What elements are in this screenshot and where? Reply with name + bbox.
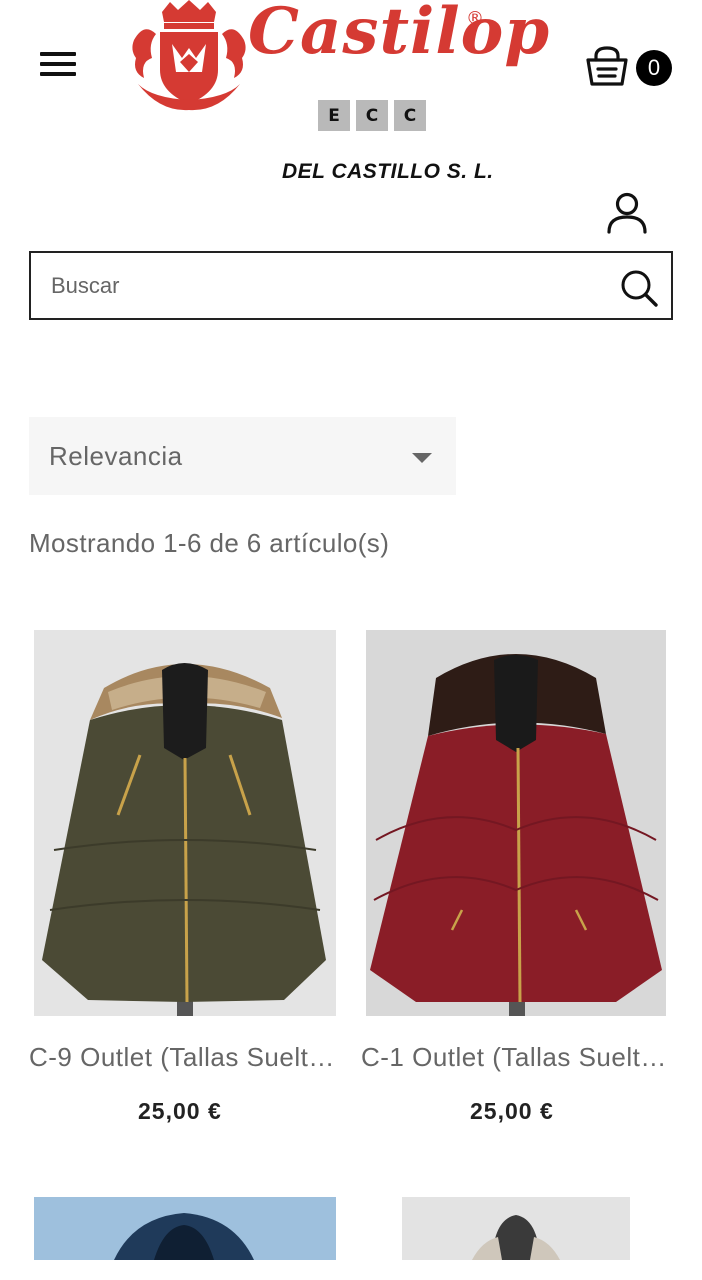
brand-tagline: DEL CASTILLO S. L.	[282, 160, 494, 183]
search-input[interactable]	[31, 253, 591, 318]
jacket-image-burgundy	[366, 630, 666, 1016]
product-image[interactable]	[366, 630, 666, 1016]
jacket-image-navy	[34, 1197, 336, 1260]
badge-letter: C	[394, 100, 426, 131]
brand-logo[interactable]: Castilop ® E C C DEL CASTILLO S. L.	[130, 0, 549, 190]
product-price: 25,00 €	[138, 1098, 222, 1124]
product-name[interactable]: C-1 Outlet (Tallas Sueltas)	[361, 1042, 671, 1073]
jacket-image-olive	[34, 630, 336, 1016]
registered-mark: ®	[466, 8, 484, 29]
caret-down-icon	[412, 453, 432, 463]
product-image[interactable]	[34, 630, 336, 1016]
badge-letter: E	[318, 100, 350, 131]
menu-button[interactable]	[40, 50, 78, 78]
hamburger-menu-icon	[40, 52, 76, 56]
search-icon[interactable]	[619, 268, 659, 308]
badge-letter: C	[356, 100, 388, 131]
product-image[interactable]	[402, 1197, 630, 1260]
jacket-image-grey	[402, 1197, 630, 1260]
sort-selected-value: Relevancia	[49, 440, 183, 471]
search-bar	[29, 251, 673, 320]
user-icon	[607, 192, 647, 234]
basket-icon	[586, 46, 628, 86]
ecc-badge: E C C	[318, 100, 426, 131]
product-name[interactable]: C-9 Outlet (Tallas Sueltas)	[29, 1042, 343, 1073]
sort-select[interactable]: Relevancia	[29, 417, 456, 495]
crest-icon	[132, 0, 246, 111]
cart-count-badge: 0	[636, 50, 672, 86]
product-image[interactable]	[34, 1197, 336, 1260]
cart-button[interactable]	[584, 44, 630, 90]
results-count: Mostrando 1-6 de 6 artículo(s)	[29, 528, 390, 558]
user-account-button[interactable]	[604, 190, 650, 234]
product-price: 25,00 €	[470, 1098, 554, 1124]
brand-name: Castilop	[248, 0, 551, 69]
